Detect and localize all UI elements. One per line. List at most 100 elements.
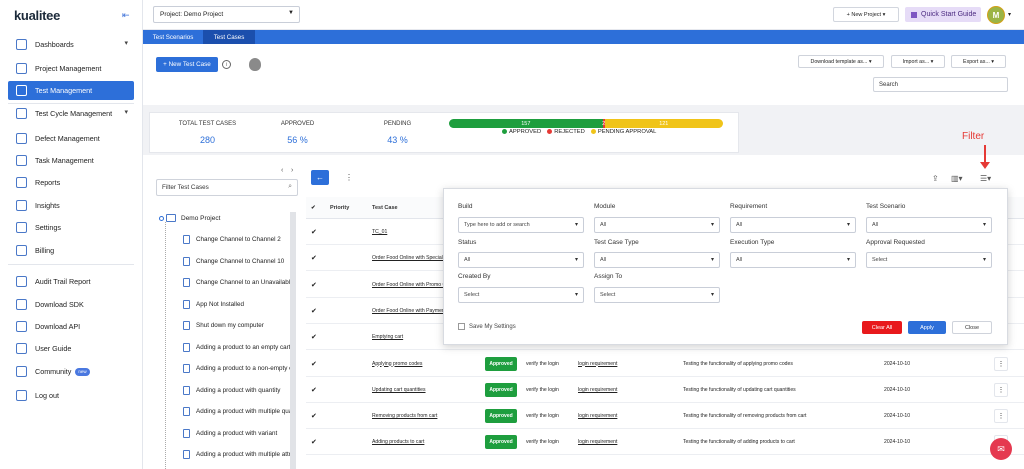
sidebar-item-billing[interactable]: Billing — [8, 241, 134, 260]
tree-item[interactable]: App Not Installed — [183, 299, 290, 309]
import-button[interactable]: Import as... ▾ — [891, 55, 945, 68]
test-case-link[interactable]: Order Food Online with Payment — [372, 308, 446, 314]
info-icon[interactable]: i — [222, 60, 231, 69]
tree-next-button[interactable]: › — [291, 167, 293, 174]
tree-item[interactable]: Change Channel to Channel 2 — [183, 235, 290, 244]
row-checkbox[interactable]: ✔ — [311, 281, 317, 289]
tree-item[interactable]: Adding a product to a non-empty cart — [183, 364, 290, 373]
api-icon — [16, 321, 27, 332]
sidebar-item-test-management[interactable]: Test Management — [8, 81, 134, 100]
sidebar-item-community[interactable]: Community new — [8, 362, 134, 381]
module-select[interactable]: All ▾ — [594, 217, 720, 233]
row-actions-icon[interactable]: ⋮ — [994, 382, 1008, 397]
upload-icon[interactable]: ⇪ — [932, 174, 939, 183]
type-select[interactable]: All ▾ — [594, 252, 720, 268]
row-checkbox[interactable]: ✔ — [311, 254, 317, 262]
row-checkbox[interactable]: ✔ — [311, 438, 317, 446]
sidebar-item-log-out[interactable]: Log out — [8, 386, 134, 405]
filter-icon[interactable]: ☰▾ — [980, 174, 991, 183]
save-settings-checkbox[interactable]: Save My Settings — [458, 323, 516, 330]
close-button[interactable]: Close — [952, 321, 992, 334]
sidebar-item-audit-trail-report[interactable]: Audit Trail Report — [8, 272, 134, 291]
created-by-select[interactable]: Select ▾ — [458, 287, 584, 303]
build-select[interactable]: Type here to add or search ▾ — [458, 217, 584, 233]
header-test-case[interactable]: Test Case — [372, 205, 398, 211]
more-options-icon[interactable]: ⋮ — [345, 173, 353, 182]
test-case-link[interactable]: Emptying cart — [372, 334, 403, 340]
tree-item[interactable]: Adding a product to an empty cart — [183, 342, 290, 352]
status-select[interactable]: All ▾ — [458, 252, 584, 268]
approval-select[interactable]: Select ▾ — [866, 252, 992, 268]
search-input[interactable]: Search — [873, 77, 1008, 92]
sidebar-item-project-management[interactable]: Project Management — [8, 59, 134, 78]
table-row[interactable]: ✔ Adding products to cart Approved verify t… — [306, 429, 1024, 456]
tree-prev-button[interactable]: ‹ — [281, 167, 283, 174]
scenario-select[interactable]: All ▾ — [866, 217, 992, 233]
row-actions-icon[interactable]: ⋮ — [994, 356, 1008, 371]
quick-start-guide-button[interactable]: Quick Start Guide — [905, 7, 981, 22]
tree-item-label: Adding a product with variant — [196, 429, 278, 437]
tree-item[interactable]: Change Channel to an Unavailable Channel — [183, 278, 290, 287]
collapse-sidebar-icon[interactable]: ⇤ — [122, 10, 130, 21]
sidebar-item-download-api[interactable]: Download API — [8, 317, 134, 336]
requirement-link[interactable]: login requirement — [578, 439, 617, 445]
new-test-case-button[interactable]: + New Test Case — [156, 57, 218, 72]
test-case-link[interactable]: Removing products from cart — [372, 413, 437, 419]
sidebar-item-dashboards[interactable]: Dashboards ▾ — [8, 35, 134, 54]
dashboard-icon — [16, 39, 27, 50]
requirement-select[interactable]: All ▾ — [730, 217, 856, 233]
row-checkbox[interactable]: ✔ — [311, 412, 317, 420]
tree-item[interactable]: Change Channel to Channel 10 — [183, 256, 290, 266]
back-arrow-button[interactable]: ← — [311, 170, 329, 185]
sidebar-item-test-cycle-management[interactable]: Test Cycle Management ▾ — [8, 104, 134, 123]
avatar[interactable]: M — [987, 6, 1005, 24]
assign-to-select[interactable]: Select ▾ — [594, 287, 720, 303]
sidebar-item-download-sdk[interactable]: Download SDK — [8, 295, 134, 314]
tree-item[interactable]: Adding a product with variant — [183, 428, 290, 438]
tree-scrollbar[interactable] — [290, 212, 296, 469]
tab-test-cases[interactable]: Test Cases — [203, 30, 255, 44]
export-button[interactable]: Export as... ▾ — [951, 55, 1006, 68]
sidebar-item-label: Defect Management — [35, 134, 100, 143]
download-template-button[interactable]: Download template as... ▾ — [798, 55, 884, 68]
chevron-down-icon[interactable]: ▾ — [1008, 11, 1011, 18]
row-checkbox[interactable]: ✔ — [311, 386, 317, 394]
columns-icon[interactable]: ▥▾ — [951, 174, 963, 183]
sidebar-item-task-management[interactable]: Task Management — [8, 151, 134, 170]
execution-select[interactable]: All ▾ — [730, 252, 856, 268]
test-case-link[interactable]: Updating cart quantities — [372, 387, 426, 393]
test-case-link[interactable]: Applying promo codes — [372, 361, 422, 367]
tab-test-scenarios[interactable]: Test Scenarios — [143, 30, 203, 44]
row-checkbox[interactable]: ✔ — [311, 307, 317, 315]
new-project-button[interactable]: + New Project ▾ — [833, 7, 899, 22]
requirement-link[interactable]: login requirement — [578, 413, 617, 419]
test-case-link[interactable]: TC_01 — [372, 229, 387, 235]
row-checkbox[interactable]: ✔ — [311, 333, 317, 341]
requirement-link[interactable]: login requirement — [578, 361, 617, 367]
tree-item[interactable]: Shut down my computer — [183, 321, 290, 330]
test-case-link[interactable]: Adding products to cart — [372, 439, 424, 445]
row-checkbox[interactable]: ✔ — [311, 228, 317, 236]
sidebar-item-defect-management[interactable]: Defect Management — [8, 129, 134, 148]
chat-icon[interactable]: ✉ — [990, 438, 1012, 460]
row-actions-icon[interactable]: ⋮ — [994, 409, 1008, 424]
row-checkbox[interactable]: ✔ — [311, 360, 317, 368]
table-row[interactable]: ✔ Updating cart quantities Approved verify … — [306, 377, 1024, 403]
project-select[interactable]: Project: Demo Project ▼ — [153, 6, 300, 23]
requirement-link[interactable]: login requirement — [578, 387, 617, 393]
filter-test-cases-input[interactable]: Filter Test Cases ⌕ — [156, 179, 298, 196]
sidebar-item-reports[interactable]: Reports — [8, 173, 134, 192]
tree-item[interactable]: Adding a product with multiple attribute… — [183, 450, 290, 459]
tree-item[interactable]: Adding a product with quantity — [183, 385, 290, 395]
tree-root[interactable]: Demo Project — [159, 214, 220, 222]
clear-all-button[interactable]: Clear All — [862, 321, 902, 334]
tree-item[interactable]: Adding a product with multiple quantitie… — [183, 407, 290, 416]
table-row[interactable]: ✔ Removing products from cart Approved veri… — [306, 403, 1024, 430]
header-priority[interactable]: Priority — [330, 205, 349, 211]
table-row[interactable]: ✔ Applying promo codes Approved verify the … — [306, 351, 1024, 377]
sidebar-item-insights[interactable]: Insights — [8, 196, 134, 215]
select-all-checkbox[interactable]: ✔ — [311, 205, 316, 211]
apply-button[interactable]: Apply — [908, 321, 946, 334]
sidebar-item-settings[interactable]: Settings — [8, 218, 134, 237]
sidebar-item-user-guide[interactable]: User Guide — [8, 339, 134, 358]
